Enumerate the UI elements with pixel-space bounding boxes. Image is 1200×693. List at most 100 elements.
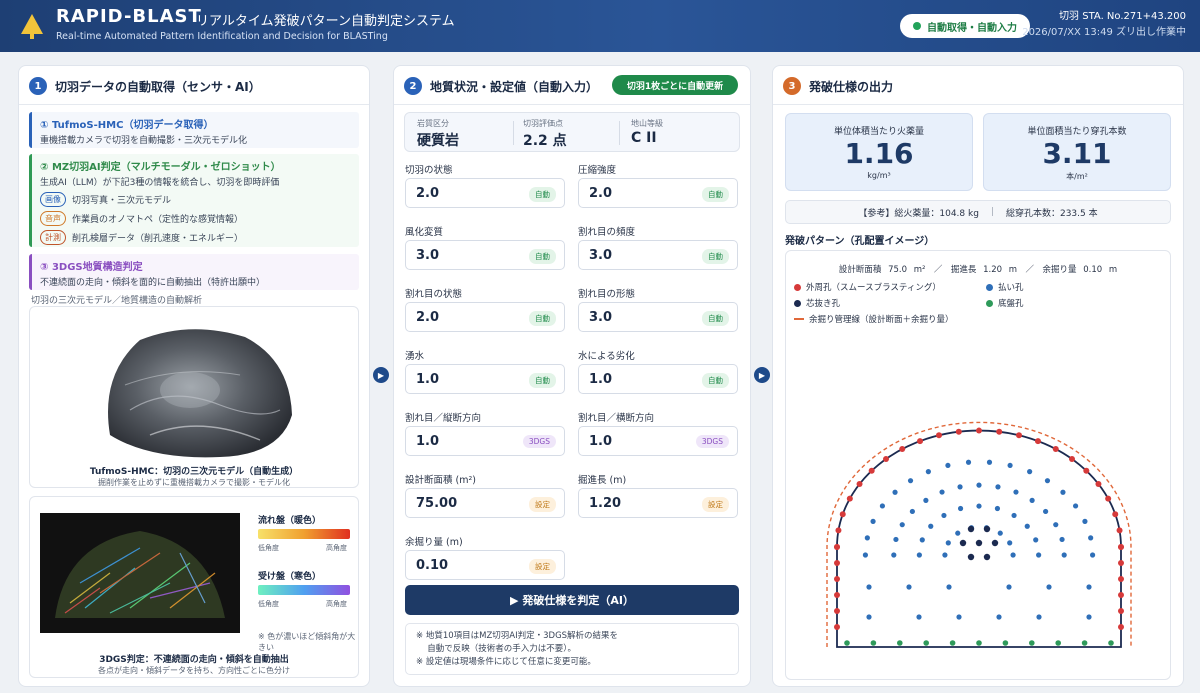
3dgs-caption: 3DGS判定：不連続面の走向・傾斜を自動抽出 xyxy=(99,655,289,665)
3dgs-title: ③ 3DGS地質構造判定 xyxy=(40,262,143,273)
legend-relief-label: 払い孔 xyxy=(998,283,1024,293)
relief-hole xyxy=(1013,489,1019,495)
field-label: 掘進長 (m) xyxy=(578,475,627,486)
perimeter-hole xyxy=(1118,544,1124,550)
field-input[interactable]: 0.10 設定 xyxy=(405,550,565,580)
relief-hole xyxy=(916,614,922,620)
ref-separator: | xyxy=(990,207,994,217)
status-dot-icon xyxy=(913,22,921,30)
floor-hole xyxy=(1108,640,1114,646)
floor-hole xyxy=(1081,640,1088,646)
mz-ai-title: ② MZ切羽AI判定（マルチモーダル・ゼロショット） xyxy=(40,162,281,173)
mz-ai-desc: 生成AI（LLM）が下記3種の情報を統合し、切羽を即時評価 xyxy=(40,178,280,188)
field-input[interactable]: 1.0 3DGS xyxy=(578,426,738,456)
relief-hole xyxy=(995,484,1001,490)
field-value: 1.0 xyxy=(416,434,440,449)
tag-image: 画像 xyxy=(40,192,66,207)
perimeter-hole xyxy=(1118,592,1124,598)
ground-grade-label: 地山等級 xyxy=(631,119,663,128)
floor-hole xyxy=(949,640,956,646)
perimeter-hole xyxy=(1034,438,1041,445)
tunnel-hole-pattern xyxy=(826,421,1132,648)
face-3d-model-card: TufmoS-HMC：切羽の三次元モデル（自動生成） 掘削作業を止めずに重機搭載… xyxy=(29,306,359,488)
powder-factor-card: 単位体積当たり火薬量 1.16 kg/m³ xyxy=(785,113,973,191)
3dgs-analysis-card: 流れ盤（暖色） 低角度 高角度 受け盤（寒色） 低角度 高角度 ※ 色が濃いほど… xyxy=(29,496,359,678)
field-input[interactable]: 75.00 設定 xyxy=(405,488,565,518)
perimeter-hole xyxy=(834,560,840,566)
field-input[interactable]: 1.0 自動 xyxy=(578,364,738,394)
relief-hole xyxy=(1088,535,1094,541)
judge-blast-button[interactable]: ▶ 発破仕様を判定（AI） xyxy=(405,585,739,615)
note-line: ※ 地質10項目はMZ切羽AI判定・3DGS解析の結果を xyxy=(416,631,619,641)
flow-high-label: 高角度 xyxy=(326,544,347,552)
floor-hole xyxy=(923,640,929,646)
panel3-header: 3 発破仕様の出力 xyxy=(783,76,893,96)
floor-dot-icon xyxy=(986,299,993,307)
relief-hole xyxy=(1044,478,1051,484)
receive-high-label: 高角度 xyxy=(326,600,347,608)
perimeter-hole xyxy=(1016,432,1023,439)
field-input[interactable]: 1.0 3DGS xyxy=(405,426,565,456)
input-item-text: 作業員のオノマトペ（定性的な感覚情報） xyxy=(72,215,244,225)
ground-grade-value: C II xyxy=(631,130,657,146)
legend-perimeter: 外周孔（スムースブラスティング） xyxy=(794,281,941,293)
field-input[interactable]: 3.0 自動 xyxy=(578,302,738,332)
field-value: 75.00 xyxy=(416,496,458,511)
perimeter-hole xyxy=(1112,511,1119,518)
relief-hole xyxy=(956,614,962,620)
relief-hole xyxy=(1024,523,1030,529)
ground-grade: 地山等級 C II xyxy=(631,118,663,146)
input-item-text: 切羽写真・三次元モデル xyxy=(72,196,172,206)
perimeter-hole xyxy=(996,428,1003,435)
rock-class-label: 岩質区分 xyxy=(417,119,449,128)
relief-hole xyxy=(864,535,870,541)
relief-hole xyxy=(957,505,964,512)
3dgs-block: ③ 3DGS地質構造判定 不連続面の走向・傾斜を面的に自動抽出（特許出願中） xyxy=(29,254,359,290)
3dgs-pointcloud-image xyxy=(40,513,240,633)
relief-hole xyxy=(976,482,982,488)
field-input[interactable]: 1.20 設定 xyxy=(578,488,738,518)
field-input[interactable]: 1.0 自動 xyxy=(405,364,565,394)
relief-hole xyxy=(965,459,972,465)
field-label: 切羽の状態 xyxy=(405,165,453,176)
tunnel-outline xyxy=(836,429,1122,648)
field-label: 割れ目の状態 xyxy=(405,289,463,300)
divider xyxy=(394,104,750,105)
relief-hole xyxy=(1046,584,1052,590)
3dgs-note: 各点が走向・傾斜データを持ち、方向性ごとに色分け xyxy=(98,666,290,675)
panel2-number: 2 xyxy=(404,77,422,95)
field-label: 湧水 xyxy=(405,351,425,362)
field-value: 2.0 xyxy=(416,186,440,201)
field-input[interactable]: 3.0 自動 xyxy=(405,240,565,270)
relief-hole xyxy=(891,552,897,558)
rock-class: 岩質区分 硬質岩 xyxy=(417,118,459,150)
divider xyxy=(773,104,1183,105)
field-value: 3.0 xyxy=(589,310,613,325)
relief-hole xyxy=(1010,552,1016,558)
cut-hole xyxy=(959,539,967,547)
perimeter-hole xyxy=(1118,576,1124,582)
relief-hole xyxy=(946,584,952,590)
floor-hole xyxy=(1002,640,1009,646)
panel1-title: 切羽データの自動取得（センサ・AI） xyxy=(55,79,261,94)
relief-hole xyxy=(1060,489,1066,495)
relief-hole xyxy=(1006,584,1012,590)
relief-hole xyxy=(1043,508,1049,515)
relief-hole xyxy=(996,614,1002,620)
relief-hole xyxy=(1090,552,1096,558)
field-input[interactable]: 2.0 自動 xyxy=(405,178,565,208)
relief-hole xyxy=(1086,614,1092,620)
field-input[interactable]: 3.0 自動 xyxy=(578,240,738,270)
perimeter-hole xyxy=(1105,495,1112,502)
perimeter-dot-icon xyxy=(794,283,801,291)
field-value: 2.0 xyxy=(589,186,613,201)
perimeter-hole xyxy=(1118,624,1124,630)
overbreak-line xyxy=(826,421,1132,647)
source-badge: 自動 xyxy=(529,187,556,202)
panel3-title: 発破仕様の出力 xyxy=(809,79,894,94)
perimeter-hole xyxy=(835,527,842,534)
field-input[interactable]: 2.0 自動 xyxy=(405,302,565,332)
perimeter-hole xyxy=(883,456,890,463)
field-value: 0.10 xyxy=(416,558,449,573)
field-input[interactable]: 2.0 自動 xyxy=(578,178,738,208)
